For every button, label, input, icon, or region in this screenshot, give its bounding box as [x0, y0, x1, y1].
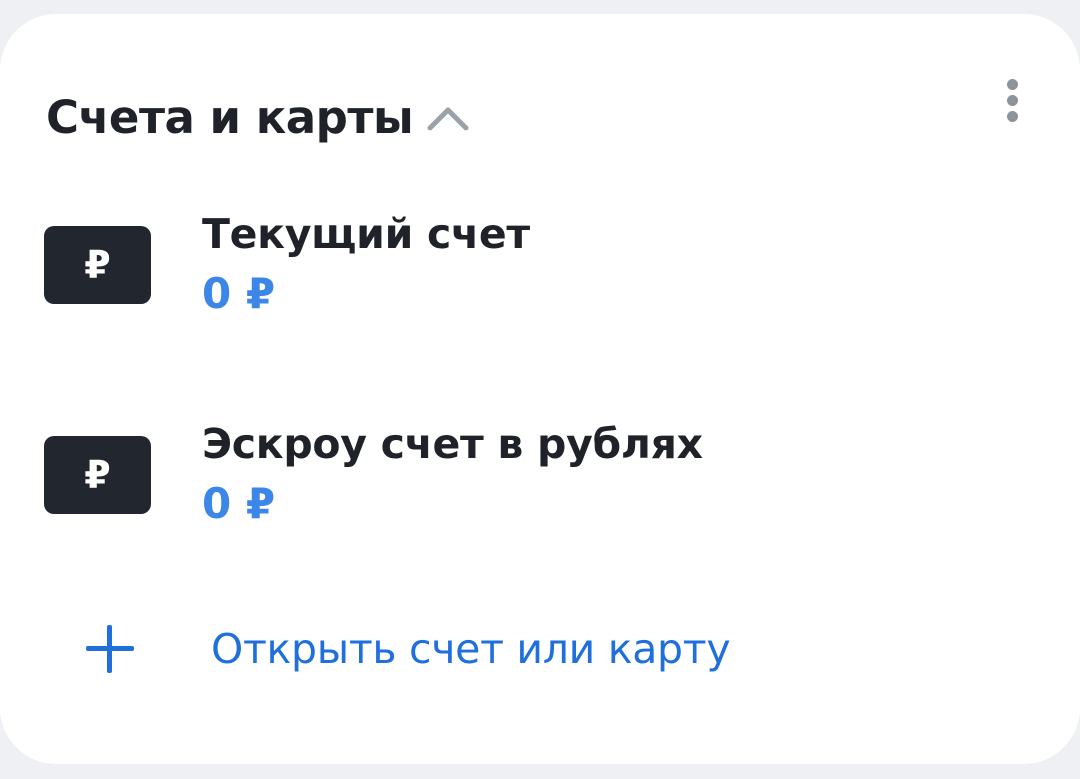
account-item-escrow[interactable]: ₽ Эскроу счет в рублях 0 ₽: [0, 408, 1080, 528]
account-balance: 0 ₽: [202, 479, 276, 528]
account-name: Эскроу счет в рублях: [202, 420, 703, 468]
kebab-dot: [1006, 110, 1018, 122]
kebab-dot: [1006, 78, 1018, 90]
kebab-dot: [1006, 94, 1018, 106]
more-vertical-icon[interactable]: [994, 66, 1030, 134]
ruble-icon: ₽: [44, 436, 151, 514]
ruble-icon: ₽: [44, 226, 151, 304]
open-account-label: Открыть счет или карту: [211, 625, 731, 673]
section-title[interactable]: Счета и карты: [46, 88, 414, 148]
accounts-and-cards-card: Счета и карты ₽ Текущий счет 0 ₽ ₽ Эскро…: [0, 14, 1080, 764]
account-balance: 0 ₽: [202, 269, 276, 318]
chevron-up-icon[interactable]: [424, 98, 472, 138]
plus-icon: [86, 625, 134, 673]
account-item-current[interactable]: ₽ Текущий счет 0 ₽: [0, 198, 1080, 318]
account-name: Текущий счет: [202, 210, 530, 258]
open-account-button[interactable]: Открыть счет или карту: [0, 609, 1080, 689]
